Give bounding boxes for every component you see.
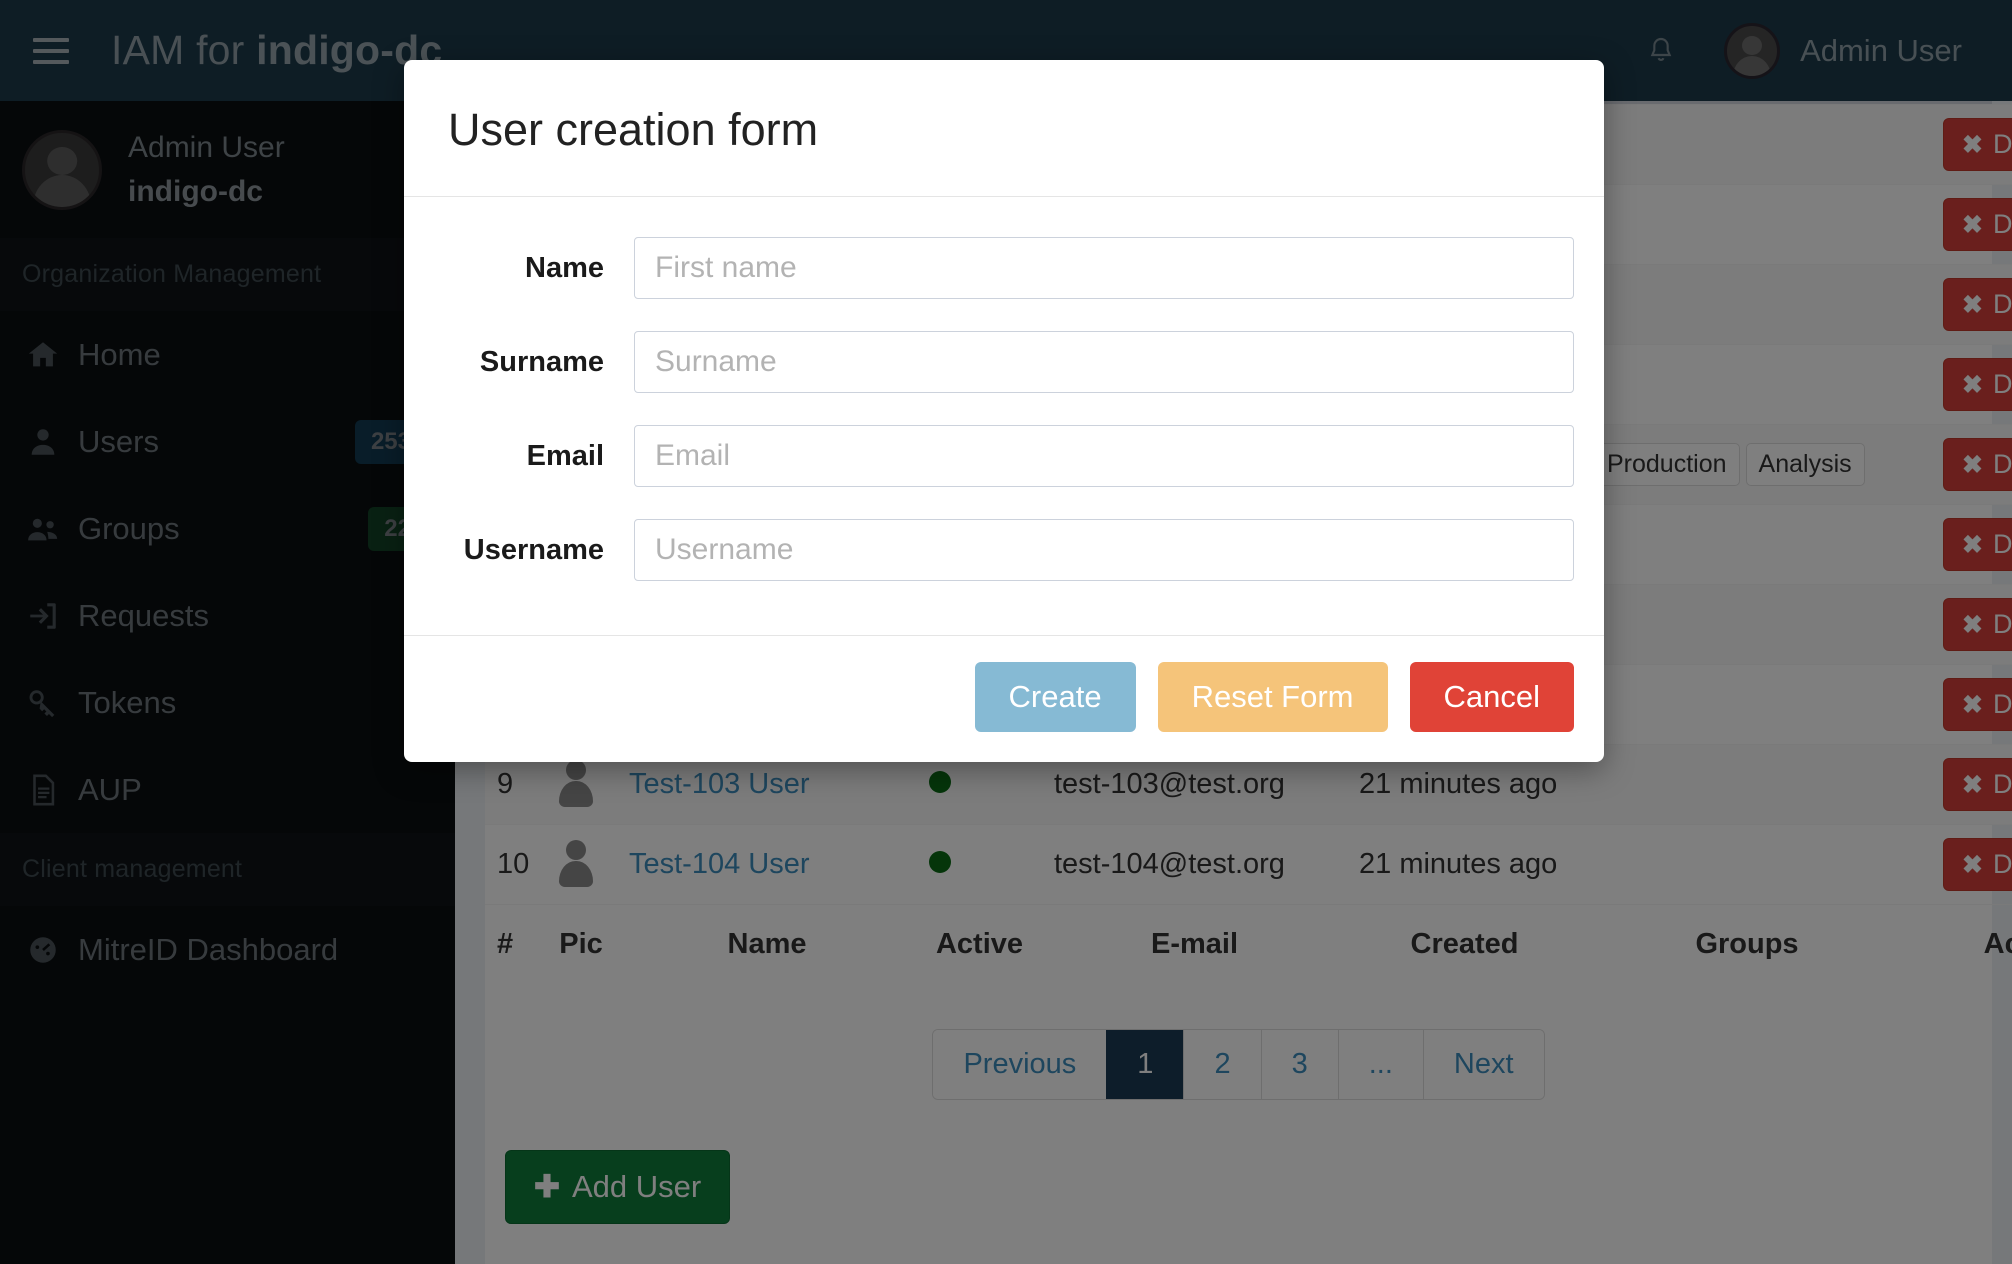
cancel-button[interactable]: Cancel: [1409, 662, 1574, 732]
email-input[interactable]: [634, 425, 1574, 487]
modal-body: Name Surname Email Username: [404, 197, 1604, 635]
app-root: IAM for indigo-dc Admin User Admin User …: [0, 0, 2012, 1264]
form-row: Username: [434, 519, 1574, 581]
reset-form-button[interactable]: Reset Form: [1157, 662, 1388, 732]
surname-input[interactable]: [634, 331, 1574, 393]
field-label-email: Email: [526, 439, 604, 472]
modal-header: User creation form: [404, 60, 1604, 197]
user-creation-modal: User creation form Name Surname Email Usern…: [404, 60, 1604, 762]
form-row: Email: [434, 425, 1574, 487]
create-button[interactable]: Create: [974, 662, 1136, 732]
form-row: Name: [434, 237, 1574, 299]
form-row: Surname: [434, 331, 1574, 393]
modal-title: User creation form: [448, 104, 819, 155]
field-label-username: Username: [463, 533, 604, 566]
field-label-surname: Surname: [479, 345, 604, 378]
name-input[interactable]: [634, 237, 1574, 299]
username-input[interactable]: [634, 519, 1574, 581]
modal-footer: Create Reset Form Cancel: [404, 635, 1604, 762]
field-label-name: Name: [525, 251, 604, 284]
